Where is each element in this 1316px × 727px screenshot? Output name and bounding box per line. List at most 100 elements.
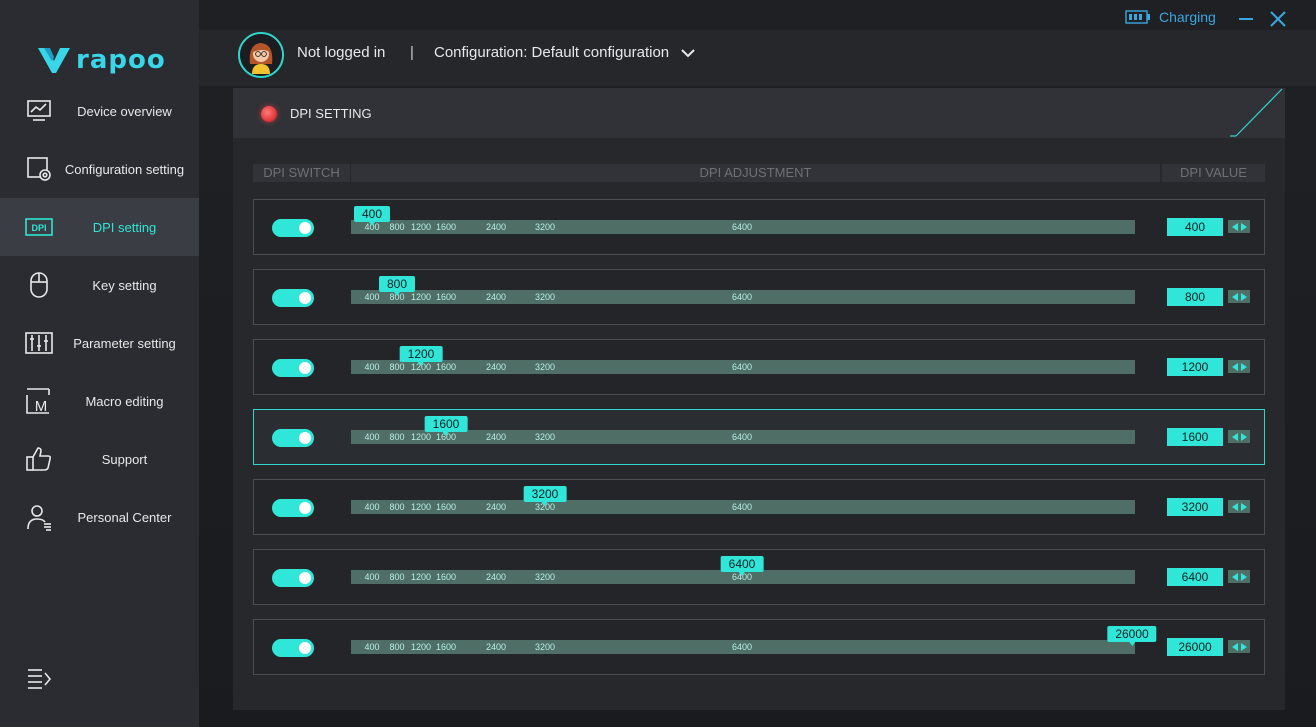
sidebar-item-device-overview[interactable]: Device overview	[0, 82, 199, 140]
sidebar-item-parameter-setting[interactable]: Parameter setting	[0, 314, 199, 372]
dpi-value-input[interactable]: 800	[1167, 288, 1223, 306]
dpi-tick-label: 3200	[534, 362, 556, 372]
dpi-slider-handle[interactable]: 1600	[424, 416, 468, 436]
sidebar-item-label: Key setting	[92, 277, 157, 293]
dpi-value-input[interactable]: 3200	[1167, 498, 1223, 516]
decrease-arrow-icon[interactable]	[1231, 222, 1238, 231]
dpi-tick-label: 400	[364, 572, 380, 582]
dpi-switch-toggle[interactable]	[272, 289, 314, 307]
avatar[interactable]	[238, 32, 284, 78]
dpi-value-input[interactable]: 1600	[1167, 428, 1223, 446]
dpi-value-input[interactable]: 400	[1167, 218, 1223, 236]
sidebar-item-label: Parameter setting	[73, 335, 176, 351]
increase-arrow-icon[interactable]	[1240, 572, 1247, 581]
dpi-tick-label: 1600	[435, 572, 457, 582]
dpi-tick-label: 6400	[731, 502, 753, 512]
decrease-arrow-icon[interactable]	[1231, 292, 1238, 301]
dpi-row[interactable]: 400 800 1200 1600 2400 3200 6400 400 400	[253, 199, 1265, 255]
sidebar-item-configuration-setting[interactable]: Configuration setting	[0, 140, 199, 198]
dpi-stepper	[1228, 290, 1250, 303]
sidebar-item-macro-editing[interactable]: M Macro editing	[0, 372, 199, 430]
dpi-slider-handle[interactable]: 26000	[1107, 626, 1157, 646]
dpi-tick-label: 800	[389, 502, 405, 512]
dpi-slider-handle[interactable]: 400	[353, 206, 391, 226]
decrease-arrow-icon[interactable]	[1231, 572, 1238, 581]
increase-arrow-icon[interactable]	[1240, 292, 1247, 301]
sidebar-item-label: Device overview	[77, 103, 172, 119]
dpi-stepper	[1228, 570, 1250, 583]
sidebar-item-dpi-setting[interactable]: DPI DPI setting	[0, 198, 199, 256]
decrease-arrow-icon[interactable]	[1231, 502, 1238, 511]
dpi-tick-label: 3200	[534, 222, 556, 232]
dpi-tick-label: 1600	[435, 292, 457, 302]
dpi-tick-label: 1600	[435, 222, 457, 232]
sidebar-nav: Device overview Configuration setting DP…	[0, 82, 199, 546]
user-status[interactable]: Not logged in	[297, 44, 385, 61]
avatar-girl-icon	[240, 34, 282, 76]
dpi-tick-label: 2400	[485, 642, 507, 652]
minimize-icon[interactable]	[1237, 10, 1255, 28]
dpi-switch-toggle[interactable]	[272, 219, 314, 237]
dpi-slider-track[interactable]: 400 800 1200 1600 2400 3200 6400 1200	[351, 346, 1135, 374]
sidebar-item-label: Configuration setting	[64, 161, 185, 177]
dpi-tick-label: 6400	[731, 362, 753, 372]
menu-collapse-icon[interactable]	[26, 666, 54, 692]
increase-arrow-icon[interactable]	[1240, 502, 1247, 511]
dpi-tick-label: 800	[389, 362, 405, 372]
dpi-row[interactable]: 400 800 1200 1600 2400 3200 6400 6400 6400	[253, 549, 1265, 605]
dpi-row[interactable]: 400 800 1200 1600 2400 3200 6400 3200 3200	[253, 479, 1265, 535]
dpi-tick-label: 800	[389, 572, 405, 582]
increase-arrow-icon[interactable]	[1240, 222, 1247, 231]
dpi-row[interactable]: 400 800 1200 1600 2400 3200 6400 800 800	[253, 269, 1265, 325]
sidebar-item-support[interactable]: Support	[0, 430, 199, 488]
column-header-dpi-adjustment: DPI ADJUSTMENT	[351, 164, 1160, 182]
dpi-tick-label: 3200	[534, 572, 556, 582]
dpi-tick-label: 800	[389, 222, 405, 232]
svg-text:DPI: DPI	[31, 223, 46, 233]
increase-arrow-icon[interactable]	[1240, 432, 1247, 441]
dpi-slider-handle[interactable]: 6400	[720, 556, 764, 576]
dpi-slider-handle[interactable]: 3200	[523, 486, 567, 506]
dpi-slider-track[interactable]: 400 800 1200 1600 2400 3200 6400 26000	[351, 626, 1157, 654]
dpi-slider-track[interactable]: 400 800 1200 1600 2400 3200 6400 800	[351, 276, 1135, 304]
dpi-stepper	[1228, 640, 1250, 653]
dpi-switch-toggle[interactable]	[272, 639, 314, 657]
dpi-slider-handle[interactable]: 800	[378, 276, 416, 296]
dpi-value-input[interactable]: 1200	[1167, 358, 1223, 376]
dpi-tick-label: 1200	[410, 572, 432, 582]
dpi-slider-track[interactable]: 400 800 1200 1600 2400 3200 6400 3200	[351, 486, 1135, 514]
dpi-switch-toggle[interactable]	[272, 429, 314, 447]
dpi-tick-label: 800	[389, 642, 405, 652]
dpi-tick-label: 1200	[410, 292, 432, 302]
decrease-arrow-icon[interactable]	[1231, 642, 1238, 651]
sidebar-item-key-setting[interactable]: Key setting	[0, 256, 199, 314]
dpi-slider-track[interactable]: 400 800 1200 1600 2400 3200 6400 400	[351, 206, 1135, 234]
dpi-switch-toggle[interactable]	[272, 499, 314, 517]
dpi-value-input[interactable]: 26000	[1167, 638, 1223, 656]
configuration-label: Configuration: Default configuration	[434, 44, 670, 61]
dpi-tick-label: 400	[364, 502, 380, 512]
decrease-arrow-icon[interactable]	[1231, 432, 1238, 441]
dpi-switch-toggle[interactable]	[272, 359, 314, 377]
battery-icon	[1125, 10, 1150, 24]
configuration-dropdown[interactable]: Configuration: Default configuration	[434, 44, 695, 61]
dpi-row[interactable]: 400 800 1200 1600 2400 3200 6400 26000 26000	[253, 619, 1265, 675]
dpi-switch-toggle[interactable]	[272, 569, 314, 587]
dpi-row[interactable]: 400 800 1200 1600 2400 3200 6400 1600 1600	[253, 409, 1265, 465]
decrease-arrow-icon[interactable]	[1231, 362, 1238, 371]
increase-arrow-icon[interactable]	[1240, 642, 1247, 651]
increase-arrow-icon[interactable]	[1240, 362, 1247, 371]
dpi-tick-label: 1600	[435, 362, 457, 372]
dpi-slider-handle[interactable]: 1200	[399, 346, 443, 366]
dpi-value-input[interactable]: 6400	[1167, 568, 1223, 586]
dpi-tick-label: 3200	[534, 642, 556, 652]
header-separator: |	[410, 44, 414, 61]
dpi-row[interactable]: 400 800 1200 1600 2400 3200 6400 1200 1200	[253, 339, 1265, 395]
dpi-tick-label: 1600	[435, 502, 457, 512]
dpi-slider-track[interactable]: 400 800 1200 1600 2400 3200 6400 1600	[351, 416, 1135, 444]
dpi-slider-track[interactable]: 400 800 1200 1600 2400 3200 6400 6400	[351, 556, 1135, 584]
sidebar-item-personal-center[interactable]: Personal Center	[0, 488, 199, 546]
dpi-tick-label: 1200	[410, 502, 432, 512]
close-icon[interactable]	[1269, 10, 1287, 28]
charging-label: Charging	[1159, 9, 1216, 25]
